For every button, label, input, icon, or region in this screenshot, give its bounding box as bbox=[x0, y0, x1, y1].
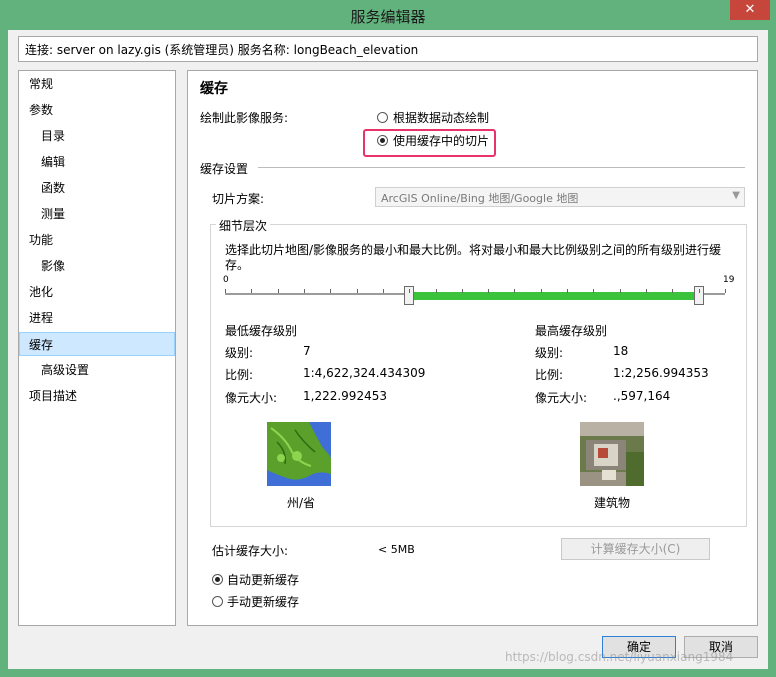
radio-use-cache-label[interactable]: 使用缓存中的切片 bbox=[393, 132, 489, 149]
sidebar-item-label: 编辑 bbox=[41, 155, 66, 169]
slider-tick bbox=[409, 289, 411, 293]
sidebar-item-label: 目录 bbox=[41, 129, 66, 143]
dialog-client: 连接: server on lazy.gis (系统管理员) 服务名称: lon… bbox=[8, 30, 768, 669]
slider-tick bbox=[725, 289, 726, 293]
slider-tick bbox=[698, 289, 700, 293]
slider-min-label: 0 bbox=[223, 275, 229, 285]
sidebar-item-imaging[interactable]: 影像 bbox=[19, 254, 175, 278]
sidebar-item-pooling[interactable]: 池化 bbox=[19, 280, 175, 304]
chevron-down-icon: ▼ bbox=[732, 190, 740, 201]
max-pixel-size-label: 像元大小: bbox=[535, 391, 588, 405]
tiling-scheme-value: ArcGIS Online/Bing 地图/Google 地图 bbox=[381, 192, 579, 205]
max-level-label: 级别: bbox=[535, 346, 564, 360]
lod-description: 选择此切片地图/影像服务的最小和最大比例。将对最小和最大比例级别之间的所有级别进… bbox=[225, 243, 722, 272]
slider-tick bbox=[461, 289, 463, 293]
cache-settings-heading: 缓存设置 bbox=[200, 162, 249, 176]
sidebar-item-caching[interactable]: 缓存 bbox=[19, 332, 175, 356]
close-button[interactable]: ✕ bbox=[730, 0, 770, 20]
slider-tick bbox=[514, 289, 516, 293]
draw-mode-label: 绘制此影像服务: bbox=[200, 111, 289, 125]
tiling-scheme-label: 切片方案: bbox=[212, 192, 265, 206]
state-province-thumbnail bbox=[267, 422, 331, 486]
min-scale-label: 比例: bbox=[225, 368, 254, 382]
tiling-scheme-select[interactable]: ArcGIS Online/Bing 地图/Google 地图 ▼ bbox=[375, 187, 745, 207]
buildings-thumbnail bbox=[580, 422, 644, 486]
slider-tick bbox=[646, 289, 648, 293]
cache-settings-divider bbox=[258, 167, 745, 168]
slider-tick bbox=[303, 289, 305, 293]
min-pixel-size-label: 像元大小: bbox=[225, 391, 278, 405]
sidebar-item-label: 池化 bbox=[29, 285, 54, 299]
auto-update-cache-label[interactable]: 自动更新缓存 bbox=[227, 571, 299, 588]
sidebar-item-item-description[interactable]: 项目描述 bbox=[19, 384, 175, 408]
min-scale-value: 1:4,622,324.434309 bbox=[303, 366, 426, 380]
slider-tick bbox=[488, 289, 490, 293]
slider-tick bbox=[593, 289, 595, 293]
sidebar-item-label: 功能 bbox=[29, 233, 54, 247]
slider-tick bbox=[672, 289, 674, 293]
state-province-caption: 州/省 bbox=[287, 496, 316, 510]
sidebar-item-processes[interactable]: 进程 bbox=[19, 306, 175, 330]
estimated-cache-size-label: 估计缓存大小: bbox=[212, 544, 289, 558]
slider-tick bbox=[225, 289, 226, 293]
window-title: 服务编辑器 bbox=[350, 8, 426, 26]
slider-tick bbox=[356, 289, 358, 293]
sidebar-item-catalog[interactable]: 目录 bbox=[19, 124, 175, 148]
sidebar-item-functions[interactable]: 函数 bbox=[19, 176, 175, 200]
radio-manual-update-cache[interactable] bbox=[212, 596, 223, 607]
sidebar-item-parameters[interactable]: 参数 bbox=[19, 98, 175, 122]
estimated-cache-size-value: < 5MB bbox=[378, 543, 415, 556]
slider-tick bbox=[382, 289, 384, 293]
manual-update-cache-label[interactable]: 手动更新缓存 bbox=[227, 593, 299, 610]
slider-tick bbox=[277, 289, 279, 293]
calculate-cache-size-button[interactable]: 计算缓存大小(C) bbox=[561, 538, 710, 560]
close-icon: ✕ bbox=[744, 2, 756, 17]
sidebar-item-general[interactable]: 常规 bbox=[19, 72, 175, 96]
sidebar-item-label: 函数 bbox=[41, 181, 66, 195]
sidebar-item-label: 项目描述 bbox=[29, 389, 78, 403]
min-level-title: 最低缓存级别 bbox=[225, 324, 298, 338]
slider-tick bbox=[540, 289, 542, 293]
sidebar-item-label: 高级设置 bbox=[41, 363, 90, 377]
sidebar-item-measurement[interactable]: 测量 bbox=[19, 202, 175, 226]
buildings-caption: 建筑物 bbox=[594, 496, 631, 510]
sidebar-item-editing[interactable]: 编辑 bbox=[19, 150, 175, 174]
slider-tick bbox=[251, 289, 253, 293]
slider-max-label: 19 bbox=[723, 275, 735, 285]
sidebar-item-capabilities[interactable]: 功能 bbox=[19, 228, 175, 252]
lod-group-title: 细节层次 bbox=[216, 217, 271, 234]
min-level-label: 级别: bbox=[225, 346, 254, 360]
page-title: 缓存 bbox=[200, 81, 228, 97]
radio-dynamic-draw[interactable] bbox=[377, 112, 388, 123]
sidebar-item-advanced-settings[interactable]: 高级设置 bbox=[19, 358, 175, 382]
sidebar-item-label: 影像 bbox=[41, 259, 66, 273]
slider-tick bbox=[567, 289, 569, 293]
radio-auto-update-cache[interactable] bbox=[212, 574, 223, 585]
service-editor-window: 服务编辑器 ✕ 连接: server on lazy.gis (系统管理员) 服… bbox=[0, 0, 776, 677]
watermark: https://blog.csdn.net/liyuanxiang1984 bbox=[505, 650, 734, 664]
slider-tick bbox=[330, 289, 332, 293]
max-level-value: 18 bbox=[613, 344, 629, 358]
max-scale-label: 比例: bbox=[535, 368, 564, 382]
radio-dynamic-draw-label[interactable]: 根据数据动态绘制 bbox=[393, 109, 489, 126]
caching-panel: 缓存 绘制此影像服务: 根据数据动态绘制 使用缓存中的切片 缓存设置 切片方案:… bbox=[187, 70, 758, 626]
slider-tick bbox=[435, 289, 437, 293]
sidebar-item-label: 缓存 bbox=[29, 338, 54, 352]
radio-use-cache[interactable] bbox=[377, 135, 388, 146]
sidebar-item-label: 进程 bbox=[29, 311, 54, 325]
connection-info: 连接: server on lazy.gis (系统管理员) 服务名称: lon… bbox=[18, 36, 758, 62]
max-scale-value: 1:2,256.994353 bbox=[613, 366, 709, 380]
slider-tick bbox=[619, 289, 621, 293]
min-pixel-size-value: 1,222.992453 bbox=[303, 389, 387, 403]
title-bar[interactable]: 服务编辑器 ✕ bbox=[0, 0, 776, 30]
sidebar: 常规 参数 目录 编辑 函数 测量 功能 影像 池化 进程 缓存 高级设置 项目… bbox=[18, 70, 176, 626]
scale-slider-range-fill bbox=[409, 292, 699, 300]
sidebar-item-label: 常规 bbox=[29, 77, 54, 91]
sidebar-item-label: 测量 bbox=[41, 207, 66, 221]
sidebar-item-label: 参数 bbox=[29, 103, 54, 117]
min-level-value: 7 bbox=[303, 344, 311, 358]
max-pixel-size-value: .,597,164 bbox=[613, 389, 671, 403]
max-level-title: 最高缓存级别 bbox=[535, 324, 608, 338]
